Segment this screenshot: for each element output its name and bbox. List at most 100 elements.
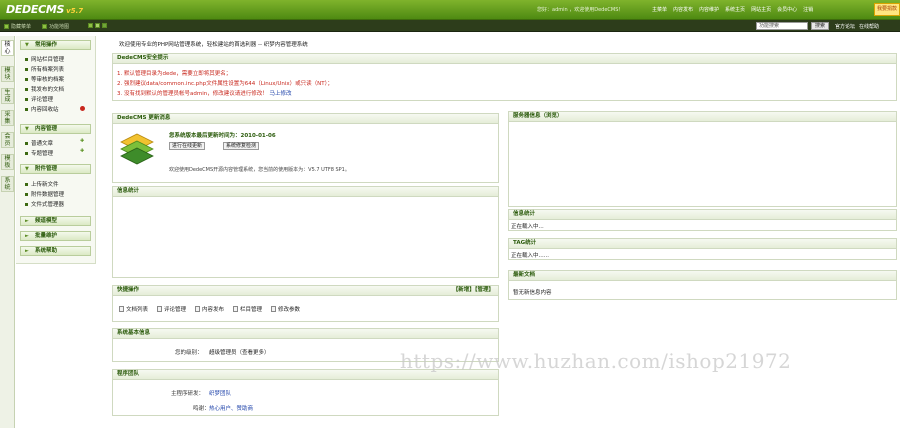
lead-value[interactable]: 织梦团队 [209, 389, 231, 397]
search-button[interactable]: 搜索 [811, 22, 829, 30]
tags-title: TAG统计 [509, 239, 896, 249]
user-greeting: 您好：admin ，欢迎使用DedeCMS！ [537, 7, 624, 13]
quick-doc-list[interactable]: 文档列表 [119, 305, 148, 313]
bullet-icon [25, 87, 28, 91]
skin-switcher [88, 23, 107, 28]
latest-text: 暂无新信息内容 [513, 290, 552, 296]
function-map-label: 功能地图 [49, 24, 70, 30]
recycle-icon[interactable] [80, 106, 85, 111]
function-map-link[interactable]: 功能地图 [42, 23, 69, 30]
quick-settings[interactable]: 修改参数 [271, 305, 300, 313]
menu-item-upload[interactable]: 上传新文件 [25, 180, 59, 188]
folder-icon [233, 306, 238, 312]
tab-template[interactable]: 模板 [1, 154, 14, 170]
menu-section-help[interactable]: ► 系统帮助 [20, 246, 91, 256]
stats-title: 信息统计 [509, 210, 896, 220]
menu-item-my-docs[interactable]: 我发布的文档 [25, 85, 64, 93]
fix-now-link[interactable]: 马上修改 [269, 91, 291, 97]
expand-icon: ► [25, 233, 29, 239]
thanks-value[interactable]: 热心用户、赞助商 [209, 404, 253, 412]
online-update-button[interactable]: 进行在线更新 [169, 142, 206, 150]
logo-version: v5.7 [66, 7, 84, 15]
menu-section-channel-model[interactable]: ► 频道模型 [20, 216, 91, 226]
hide-menu-icon [4, 24, 9, 29]
bullet-icon [25, 141, 28, 145]
logo-name: DEDECMS [6, 3, 65, 16]
cms-logo-icon [120, 133, 154, 165]
top-header: DEDECMS v5.7 您好：admin ，欢迎使用DedeCMS！ 主菜单 … [0, 0, 900, 20]
collapse-icon: ▼ [25, 166, 29, 172]
menu-section-attachment[interactable]: ▼ 附件管理 [20, 164, 91, 174]
nav-maintain[interactable]: 内容维护 [699, 6, 719, 13]
vertical-tabs: 核心 模块 生成 采集 会员 模板 系统 [0, 36, 15, 428]
nav-system-home[interactable]: 系统主页 [725, 6, 745, 13]
menu-item-all-docs[interactable]: 所有档案列表 [25, 65, 64, 73]
logo: DEDECMS v5.7 [6, 3, 83, 17]
tab-module[interactable]: 模块 [1, 66, 14, 82]
donate-button[interactable]: 我要捐款 [874, 3, 900, 16]
menu-item-file-manager[interactable]: 文件式管理器 [25, 200, 64, 208]
menu-item-special[interactable]: 专题管理 ✚ [25, 148, 84, 157]
stats-text: 正在载入中... [511, 224, 544, 230]
tab-member[interactable]: 会员 [1, 132, 14, 148]
security-line-3: 3. 没有找到默认的管理员帐号admin，修改建议请进行修改！ 马上修改 [117, 91, 292, 97]
latest-title: 最新文档 [509, 271, 896, 281]
menu-item-recycle[interactable]: 内容回收站 [25, 105, 85, 113]
add-icon[interactable]: ✚ [80, 138, 84, 144]
security-line-1: 1. 默认管理目录为dede，需要立即将其更名； [117, 71, 232, 77]
system-check-button[interactable]: 系统修复检测 [223, 142, 260, 150]
add-icon[interactable]: ✚ [80, 148, 84, 154]
bullet-icon [25, 182, 28, 186]
menu-section-batch[interactable]: ► 批量维护 [20, 231, 91, 241]
top-nav: 主菜单 内容发布 内容维护 系统主页 网站主页 会员中心 注销 [652, 6, 819, 13]
tab-collect[interactable]: 采集 [1, 110, 14, 126]
skin-dark-icon[interactable] [102, 23, 107, 28]
quick-channels[interactable]: 栏目管理 [233, 305, 262, 313]
function-search-input[interactable]: 功能搜索 [756, 22, 808, 30]
thanks-label: 鸣谢： [193, 406, 210, 412]
menu-item-pending[interactable]: 等审核的档案 [25, 75, 64, 83]
welcome-text: 欢迎使用专业的PHP网站管理系统，轻松建站的首选利器 -- 织梦内容管理系统 [119, 42, 308, 48]
bullet-icon [25, 192, 28, 196]
quick-title: 快捷操作 【新增】【管理】 [113, 286, 498, 296]
menu-item-channel[interactable]: 网站栏目管理 [25, 55, 64, 63]
menu-item-attach-data[interactable]: 附件数据管理 [25, 190, 64, 198]
expand-icon: ► [25, 218, 29, 224]
skin-green-icon[interactable] [88, 23, 93, 28]
quick-panel: 快捷操作 【新增】【管理】 文档列表 评论管理 内容发布 栏目管理 修改参数 [112, 285, 499, 322]
nav-site-home[interactable]: 网站主页 [751, 6, 771, 13]
help-link[interactable]: 在线帮助 [859, 23, 879, 30]
menu-item-article[interactable]: 普通文章 ✚ [25, 138, 84, 147]
bullet-icon [25, 202, 28, 206]
publish-icon [195, 306, 200, 312]
stats-panel: 信息统计 正在载入中... [508, 209, 897, 231]
quick-comments[interactable]: 评论管理 [157, 305, 186, 313]
server-title: 服务器信息（浏览） [509, 112, 896, 122]
bullet-icon [25, 67, 28, 71]
tab-system[interactable]: 系统 [1, 176, 14, 192]
menu-section-content[interactable]: ▼ 内容管理 [20, 124, 91, 134]
level-value: 超级管理员（查看更多） [209, 350, 270, 356]
bullet-icon [25, 97, 28, 101]
version-text: 您系统版本最后更新时间为：2010-01-06 [169, 133, 276, 139]
bullet-icon [25, 57, 28, 61]
forum-link[interactable]: 官方论坛 [835, 23, 855, 30]
nav-main-menu[interactable]: 主菜单 [652, 6, 667, 13]
nav-publish[interactable]: 内容发布 [673, 6, 693, 13]
nav-member-center[interactable]: 会员中心 [777, 6, 797, 13]
quick-publish[interactable]: 内容发布 [195, 305, 224, 313]
tab-core[interactable]: 核心 [1, 40, 14, 56]
lead-label: 主程序研发： [171, 391, 205, 397]
menu-section-common[interactable]: ▼ 常用操作 [20, 40, 91, 50]
hide-menu-link[interactable]: 隐藏菜单 [4, 23, 31, 30]
settings-icon [271, 306, 276, 312]
team-panel: 程序团队 主程序研发： 织梦团队 鸣谢： 热心用户、赞助商 [112, 369, 499, 416]
skin-light-icon[interactable] [95, 23, 100, 28]
menu-item-comments[interactable]: 评论管理 [25, 95, 53, 103]
sub-toolbar: 隐藏菜单 功能地图 功能搜索 搜索 官方论坛 在线帮助 [0, 20, 900, 32]
security-panel: DedeCMS安全提示 1. 默认管理目录为dede，需要立即将其更名； 2. … [112, 53, 897, 101]
tab-generate[interactable]: 生成 [1, 88, 14, 104]
nav-logout[interactable]: 注销 [803, 6, 813, 13]
info-panel: 信息统计 [112, 186, 499, 278]
quick-manage-links[interactable]: 【新增】【管理】 [453, 286, 494, 295]
